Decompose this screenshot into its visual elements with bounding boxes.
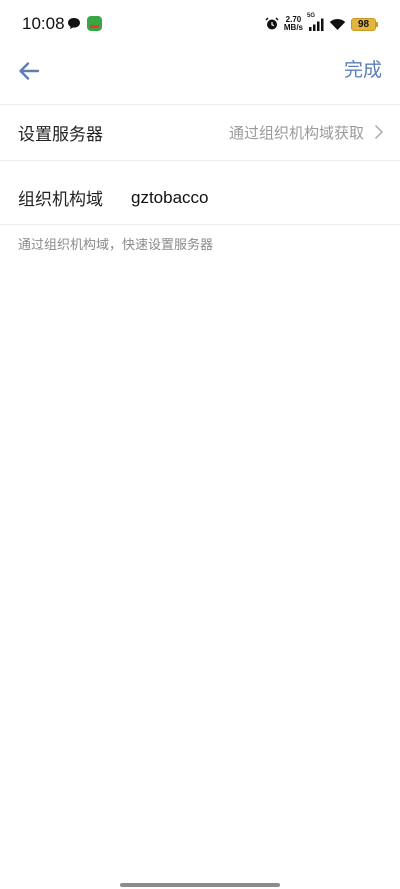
status-time: 10:08 [22, 14, 65, 33]
network-type-label: 5G [307, 13, 316, 19]
nav-bar: 完成 [0, 48, 400, 104]
status-indicators: 2.70 MB/s 5G 98 [265, 13, 378, 33]
hint-text: 通过组织机构域，快速设置服务器 [18, 238, 214, 253]
home-indicator[interactable] [120, 883, 280, 887]
cellular-signal: 5G [307, 13, 324, 31]
set-server-value: 通过组织机构域获取 [228, 123, 364, 142]
divider [0, 224, 400, 225]
wifi-icon [329, 18, 346, 30]
chat-bubble-icon [68, 18, 80, 29]
signal-bars-icon [309, 18, 324, 31]
org-domain-row: 组织机构域 [0, 172, 400, 222]
chevron-right-icon [375, 125, 383, 139]
divider [0, 104, 400, 105]
network-speed-unit: MB/s [283, 23, 303, 32]
org-domain-label: 组织机构域 [18, 189, 103, 210]
back-button[interactable] [14, 56, 44, 86]
battery-tip [376, 21, 378, 27]
alarm-clock-icon [265, 17, 279, 30]
done-button[interactable]: 完成 [344, 56, 382, 84]
battery-level: 98 [351, 17, 376, 31]
network-speed: 2.70 MB/s [284, 16, 303, 32]
divider [0, 160, 400, 161]
org-domain-input[interactable] [131, 184, 371, 212]
set-server-row[interactable]: 设置服务器 通过组织机构域获取 [0, 107, 400, 157]
set-server-label: 设置服务器 [18, 124, 103, 145]
arrow-left-icon [19, 62, 40, 80]
app-notification-icon [87, 16, 102, 31]
status-bar: 10:08 2.70 MB/s 5G 98 [0, 0, 400, 48]
battery-indicator: 98 [351, 17, 378, 31]
